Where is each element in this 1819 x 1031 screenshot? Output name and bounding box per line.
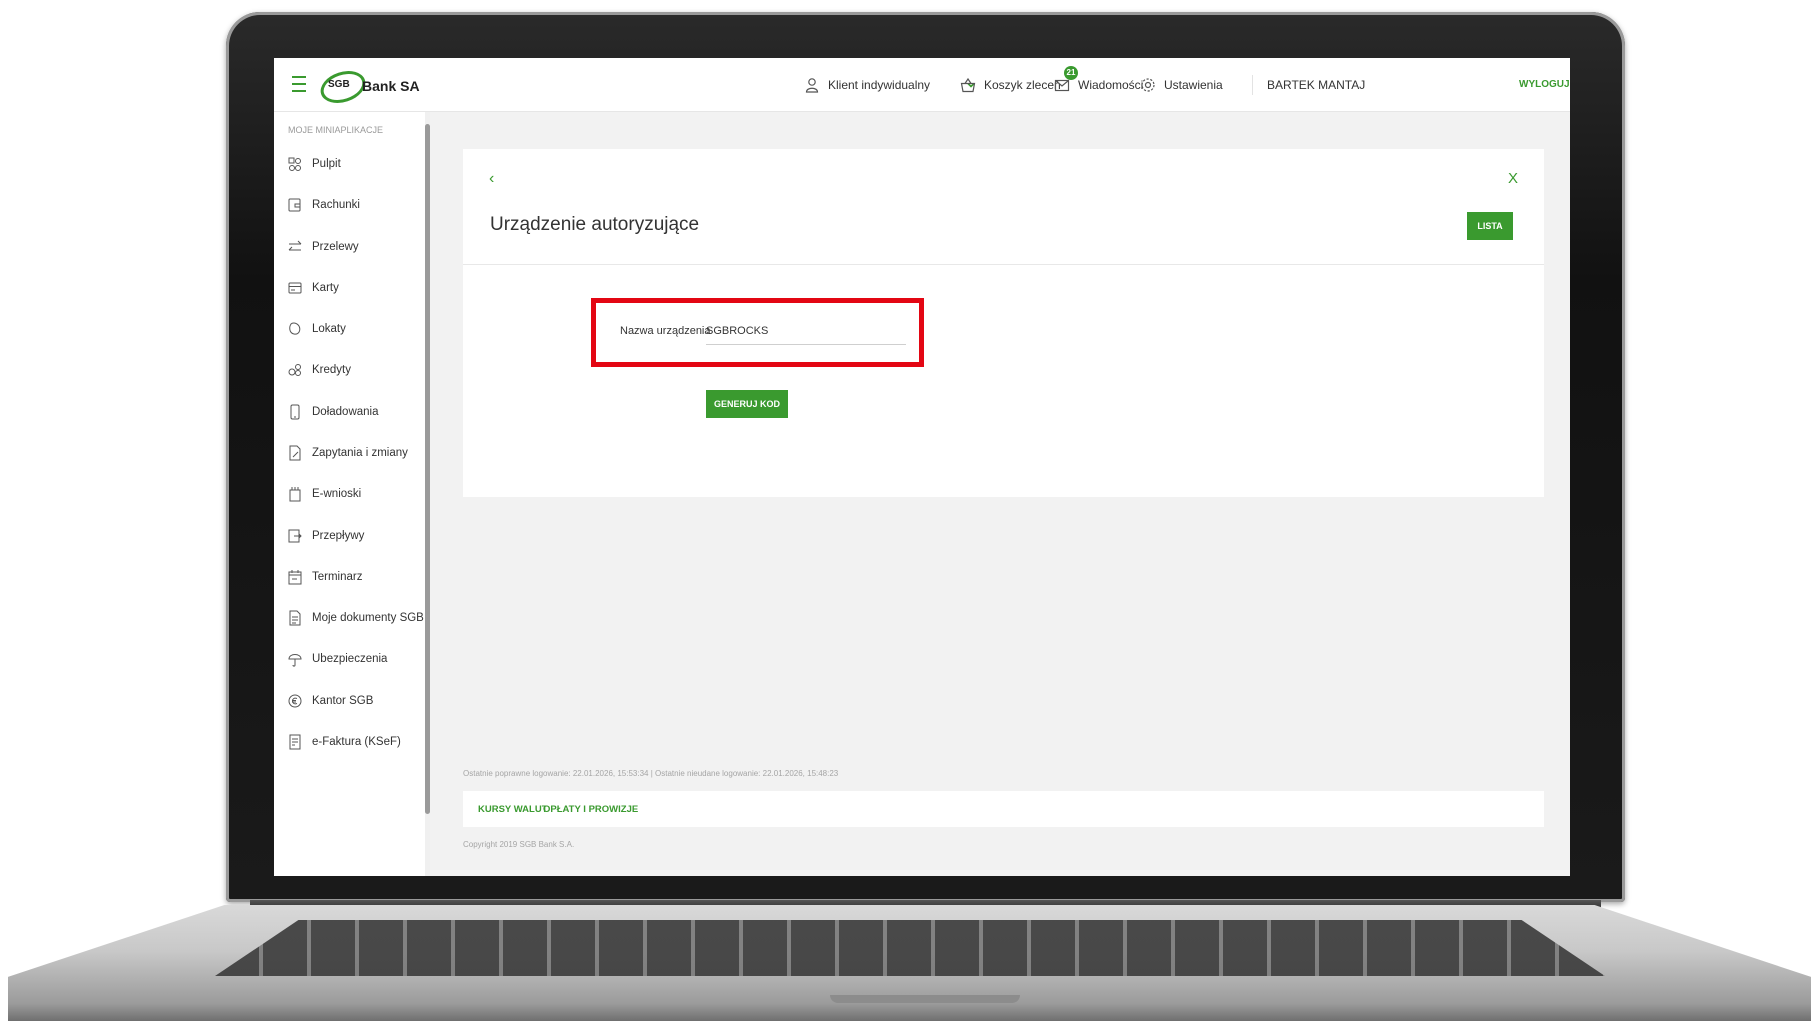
exchange-rates-link[interactable]: KURSY WALUT bbox=[478, 804, 548, 815]
hamburger-menu-icon[interactable] bbox=[292, 76, 306, 92]
logo-mark-text: SGB bbox=[328, 79, 350, 90]
sidebar-item-terminarz[interactable]: Terminarz bbox=[288, 562, 362, 592]
sidebar-item-label: Moje dokumenty SGB bbox=[312, 612, 424, 624]
client-type-selector[interactable]: Klient indywidualny bbox=[804, 58, 976, 111]
sidebar-item-przeplywy[interactable]: Przepływy bbox=[288, 521, 364, 551]
sidebar-item-kredyty[interactable]: Kredyty bbox=[288, 355, 351, 385]
messages-label: Wiadomości bbox=[1078, 77, 1144, 92]
basket-icon bbox=[960, 77, 976, 92]
messages-button[interactable]: 21 Wiadomości bbox=[1054, 58, 1143, 111]
device-name-label: Nazwa urządzenia bbox=[620, 325, 711, 337]
sidebar-item-label: Kredyty bbox=[312, 364, 351, 376]
sidebar-scrollbar[interactable] bbox=[425, 112, 430, 876]
device-name-input[interactable]: SGBROCKS bbox=[706, 325, 768, 337]
settings-button[interactable]: Ustawienia bbox=[1140, 58, 1223, 111]
back-icon[interactable]: ‹ bbox=[489, 171, 494, 187]
phone-icon bbox=[290, 404, 300, 420]
page-title: Urządzenie autoryzujące bbox=[490, 214, 700, 235]
sidebar-item-label: Kantor SGB bbox=[312, 695, 374, 707]
piggy-icon bbox=[289, 322, 301, 335]
coins-icon bbox=[288, 364, 301, 376]
user-name-label: BARTEK MANTAJ bbox=[1267, 78, 1366, 92]
sidebar-item-label: Ubezpieczenia bbox=[312, 653, 388, 665]
sidebar-item-label: Terminarz bbox=[312, 571, 363, 583]
document-edit-icon bbox=[289, 445, 301, 461]
sidebar-item-label: Rachunki bbox=[312, 199, 360, 211]
laptop-notch bbox=[830, 995, 1020, 1003]
sidebar-item-lokaty[interactable]: Lokaty bbox=[288, 314, 346, 344]
sidebar-item-przelewy[interactable]: Przelewy bbox=[288, 232, 359, 262]
sidebar-item-label: e-Faktura (KSeF) bbox=[312, 736, 401, 748]
logout-label: WYLOGUJ bbox=[1519, 79, 1570, 90]
sidebar-item-karty[interactable]: Karty bbox=[288, 273, 339, 303]
basket-button[interactable]: Koszyk zleceń bbox=[960, 58, 1061, 111]
sidebar-heading: MOJE MINIAPLIKACJE bbox=[288, 125, 384, 135]
flows-icon bbox=[288, 529, 302, 543]
card-divider bbox=[463, 264, 1544, 265]
device-name-underline bbox=[706, 344, 906, 345]
calendar-icon bbox=[288, 570, 302, 585]
sidebar-item-label: E-wnioski bbox=[312, 488, 362, 500]
sidebar-item-dokumenty[interactable]: Moje dokumenty SGB bbox=[288, 603, 424, 633]
bank-logo[interactable]: SGB Bank SA bbox=[316, 65, 420, 109]
app-screen: SGB Bank SA Klient indywidualny Koszyk z… bbox=[274, 58, 1570, 876]
messages-count-badge: 21 bbox=[1064, 66, 1078, 80]
scrollbar-thumb[interactable] bbox=[425, 124, 430, 814]
logo-text: Bank SA bbox=[362, 78, 420, 94]
login-info: Ostatnie poprawne logowanie: 22.01.2026,… bbox=[463, 769, 839, 778]
logout-button[interactable]: WYLOGUJ bbox=[1519, 58, 1570, 111]
basket-label: Koszyk zleceń bbox=[984, 77, 1061, 92]
sidebar-item-kantor[interactable]: Kantor SGB bbox=[288, 686, 373, 716]
gear-icon bbox=[1141, 77, 1155, 92]
sidebar-item-doladowania[interactable]: Doładowania bbox=[288, 397, 379, 427]
device-card: ‹ X Urządzenie autoryzujące LISTA Nazwa … bbox=[463, 149, 1544, 497]
sidebar-item-label: Przepływy bbox=[312, 530, 365, 542]
laptop-keyboard bbox=[215, 920, 1605, 976]
settings-label: Ustawienia bbox=[1164, 77, 1223, 92]
sidebar-item-e-faktura[interactable]: e-Faktura (KSeF) bbox=[288, 727, 401, 757]
sidebar-item-ubezpieczenia[interactable]: Ubezpieczenia bbox=[288, 644, 387, 674]
sidebar: MOJE MINIAPLIKACJE Pulpit Rachunki Przel… bbox=[274, 112, 430, 876]
sidebar-item-label: Karty bbox=[312, 282, 339, 294]
footer-links: KURSY WALUT OPŁATY I PROWIZJE bbox=[463, 791, 1544, 827]
list-button[interactable]: LISTA bbox=[1467, 212, 1513, 240]
umbrella-icon bbox=[288, 654, 302, 667]
currency-exchange-icon bbox=[288, 694, 302, 708]
invoice-icon bbox=[289, 734, 301, 750]
client-type-label: Klient indywidualny bbox=[828, 77, 931, 92]
copyright: Copyright 2019 SGB Bank S.A. bbox=[463, 840, 575, 849]
sidebar-item-label: Doładowania bbox=[312, 406, 379, 418]
top-bar: SGB Bank SA Klient indywidualny Koszyk z… bbox=[274, 58, 1570, 112]
sidebar-item-pulpit[interactable]: Pulpit bbox=[288, 149, 341, 179]
sidebar-item-label: Lokaty bbox=[312, 323, 346, 335]
user-name: BARTEK MANTAJ bbox=[1252, 75, 1365, 95]
dashboard-icon bbox=[288, 157, 301, 171]
sidebar-item-label: Zapytania i zmiany bbox=[312, 447, 408, 459]
user-icon bbox=[805, 77, 819, 93]
card-icon bbox=[288, 282, 302, 294]
sidebar-item-label: Pulpit bbox=[312, 158, 341, 170]
close-icon[interactable]: X bbox=[1508, 171, 1518, 187]
sidebar-item-rachunki[interactable]: Rachunki bbox=[288, 190, 360, 220]
documents-icon bbox=[289, 610, 301, 626]
sidebar-item-e-wnioski[interactable]: E-wnioski bbox=[288, 479, 361, 509]
sidebar-item-zapytania[interactable]: Zapytania i zmiany bbox=[288, 438, 408, 468]
applications-icon bbox=[289, 487, 301, 502]
fees-link[interactable]: OPŁATY I PROWIZJE bbox=[543, 804, 638, 815]
wallet-icon bbox=[288, 198, 301, 212]
sidebar-item-label: Przelewy bbox=[312, 241, 359, 253]
transfer-arrows-icon bbox=[288, 240, 302, 251]
generate-code-button[interactable]: GENERUJ KOD bbox=[706, 390, 788, 418]
